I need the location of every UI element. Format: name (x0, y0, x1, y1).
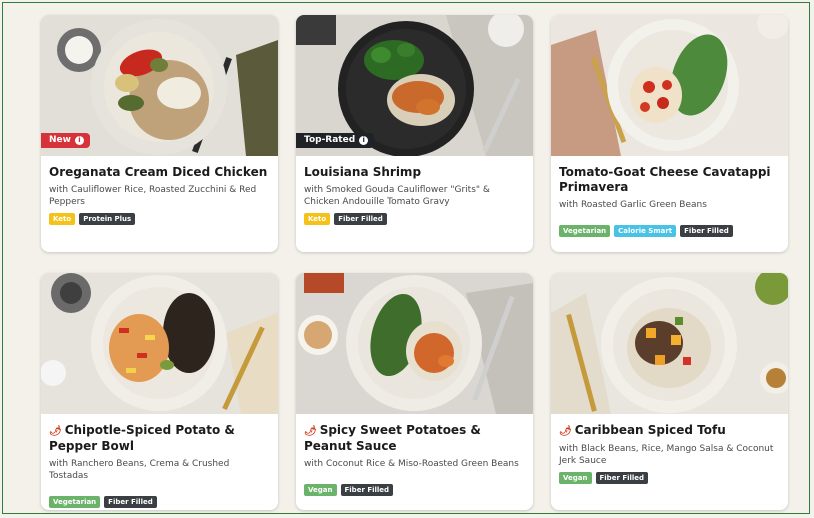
meal-title[interactable]: Louisiana Shrimp (304, 165, 525, 180)
flag-label: Top-Rated (304, 135, 356, 145)
info-icon: i (359, 136, 369, 145)
meal-card[interactable]: Tomato-Goat Cheese Cavatappi Primavera w… (551, 15, 788, 252)
tag-list: Vegan Fiber Filled (304, 484, 525, 496)
meal-title[interactable]: 🌶 Spicy Sweet Potatoes & Peanut Sauce (304, 423, 525, 454)
info-icon: i (74, 136, 84, 145)
tag-list: Vegetarian Fiber Filled (49, 496, 270, 508)
meal-photo: Top-Rated i (296, 15, 533, 156)
tag-vegetarian: Vegetarian (559, 225, 611, 237)
page-frame: New i Oreganata Cream Diced Chicken with… (2, 2, 810, 514)
meal-photo (551, 15, 788, 156)
chili-icon: 🌶 (49, 426, 62, 437)
meal-card-body: 🌶 Spicy Sweet Potatoes & Peanut Sauce wit… (296, 414, 533, 496)
meal-card[interactable]: New i Oreganata Cream Diced Chicken with… (41, 15, 278, 252)
tag-protein-plus: Protein Plus (79, 213, 136, 225)
meal-card-body: 🌶 Caribbean Spiced Tofu with Black Beans,… (551, 414, 788, 484)
chili-icon: 🌶 (559, 426, 572, 437)
tag-fiber-filled: Fiber Filled (595, 472, 649, 484)
meal-subtitle: with Black Beans, Rice, Mango Salsa & Co… (559, 444, 774, 466)
tag-fiber-filled: Fiber Filled (340, 484, 394, 496)
meal-subtitle: with Ranchero Beans, Crema & Crushed Tos… (49, 459, 230, 481)
top-rated-flag[interactable]: Top-Rated i (296, 133, 375, 148)
flag-label: New (49, 135, 71, 145)
tag-list: Vegetarian Calorie Smart Fiber Filled (559, 225, 780, 237)
tag-keto: Keto (49, 213, 76, 225)
meal-card[interactable]: 🌶 Chipotle-Spiced Potato & Pepper Bowl wi… (41, 273, 278, 510)
meal-card[interactable]: Top-Rated i Louisiana Shrimp with Smoked… (296, 15, 533, 252)
tag-keto: Keto (304, 213, 331, 225)
meal-card-body: Oreganata Cream Diced Chicken with Cauli… (41, 156, 278, 225)
tag-fiber-filled: Fiber Filled (104, 496, 157, 508)
tag-vegan: Vegan (304, 484, 337, 496)
tag-calorie-smart: Calorie Smart (614, 225, 677, 237)
tag-list: Vegan Fiber Filled (559, 472, 780, 484)
tag-vegetarian: Vegetarian (49, 496, 101, 508)
meal-subtitle: with Smoked Gouda Cauliflower "Grits" & … (304, 185, 490, 207)
tag-vegan: Vegan (559, 472, 592, 484)
meal-title-text: Chipotle-Spiced Potato & Pepper Bowl (49, 423, 235, 453)
tag-fiber-filled: Fiber Filled (680, 225, 733, 237)
meal-card[interactable]: 🌶 Caribbean Spiced Tofu with Black Beans,… (551, 273, 788, 510)
meal-title-text: Spicy Sweet Potatoes & Peanut Sauce (304, 423, 481, 453)
meal-photo (551, 273, 788, 414)
meal-subtitle: with Cauliflower Rice, Roasted Zucchini … (49, 185, 257, 207)
meal-grid: New i Oreganata Cream Diced Chicken with… (41, 15, 789, 513)
meal-title[interactable]: Tomato-Goat Cheese Cavatappi Primavera (559, 165, 780, 195)
meal-photo: New i (41, 15, 278, 156)
meal-card-body: Louisiana Shrimp with Smoked Gouda Cauli… (296, 156, 533, 225)
new-flag[interactable]: New i (41, 133, 90, 148)
tag-fiber-filled: Fiber Filled (334, 213, 387, 225)
meal-card[interactable]: 🌶 Spicy Sweet Potatoes & Peanut Sauce wit… (296, 273, 533, 510)
meal-photo (41, 273, 278, 414)
meal-card-body: 🌶 Chipotle-Spiced Potato & Pepper Bowl wi… (41, 414, 278, 508)
meal-photo (296, 273, 533, 414)
tag-list: Keto Fiber Filled (304, 213, 525, 225)
tag-list: Keto Protein Plus (49, 213, 270, 225)
chili-icon: 🌶 (304, 426, 317, 437)
meal-subtitle: with Roasted Garlic Green Beans (559, 200, 707, 210)
meal-card-body: Tomato-Goat Cheese Cavatappi Primavera w… (551, 156, 788, 237)
meal-title-text: Caribbean Spiced Tofu (574, 423, 726, 437)
meal-title[interactable]: Oreganata Cream Diced Chicken (49, 165, 270, 180)
meal-title[interactable]: 🌶 Chipotle-Spiced Potato & Pepper Bowl (49, 423, 270, 454)
meal-subtitle: with Coconut Rice & Miso-Roasted Green B… (304, 459, 519, 469)
meal-title[interactable]: 🌶 Caribbean Spiced Tofu (559, 423, 780, 439)
